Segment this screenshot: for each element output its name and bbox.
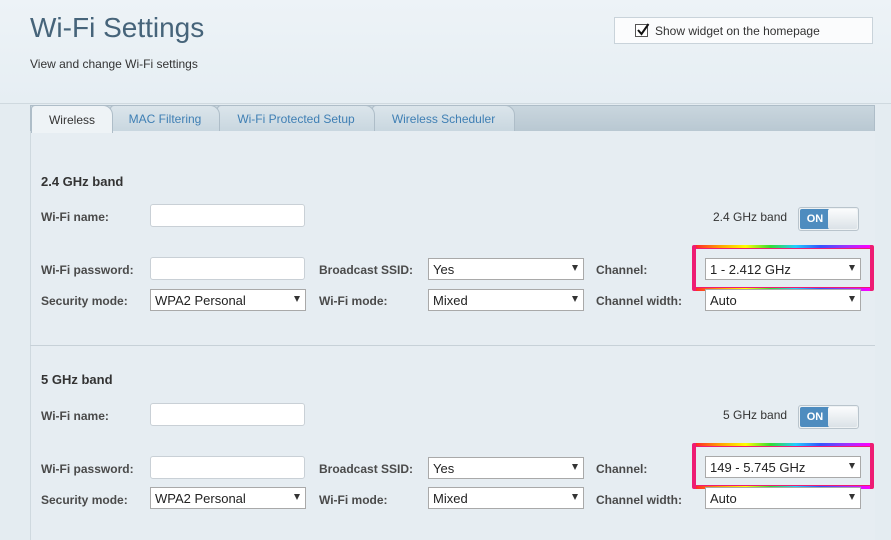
band24-wifi-mode-select[interactable]: Mixed bbox=[428, 289, 584, 311]
band5-security-mode-select[interactable]: WPA2 Personal bbox=[150, 487, 306, 509]
dropdown-arrow-icon bbox=[849, 494, 855, 500]
dropdown-arrow-icon bbox=[572, 494, 578, 500]
page-subtitle: View and change Wi-Fi settings bbox=[30, 57, 198, 71]
band24-security-mode-label: Security mode: bbox=[41, 294, 128, 308]
band24-wifi-name-input[interactable] bbox=[150, 204, 305, 227]
toggle-knob bbox=[828, 209, 857, 229]
band5-channel-select[interactable]: 149 - 5.745 GHz bbox=[705, 456, 861, 478]
checkmark-icon bbox=[637, 23, 650, 36]
band5-wifi-mode-select[interactable]: Mixed bbox=[428, 487, 584, 509]
band24-wifi-mode-label: Wi-Fi mode: bbox=[319, 294, 388, 308]
band24-channel-width-label: Channel width: bbox=[596, 294, 682, 308]
band5-channel-width-label: Channel width: bbox=[596, 493, 682, 507]
band5-security-mode-label: Security mode: bbox=[41, 493, 128, 507]
tab-wireless[interactable]: Wireless bbox=[31, 105, 113, 133]
dropdown-arrow-icon bbox=[294, 494, 300, 500]
band24-title: 2.4 GHz band bbox=[41, 174, 124, 189]
band24-wifi-password-input[interactable] bbox=[150, 257, 305, 280]
band5-wifi-password-input[interactable] bbox=[150, 456, 305, 479]
band24-wifi-password-label: Wi-Fi password: bbox=[41, 263, 134, 277]
band5-security-mode-value: WPA2 Personal bbox=[155, 490, 246, 506]
band5-channel-value: 149 - 5.745 GHz bbox=[710, 459, 806, 475]
band24-wifi-name-label: Wi-Fi name: bbox=[41, 210, 109, 224]
band5-wifi-name-input[interactable] bbox=[150, 403, 305, 426]
band5-toggle[interactable]: ON bbox=[798, 405, 859, 429]
band5-channel-width-select[interactable]: Auto bbox=[705, 487, 861, 509]
band24-broadcast-ssid-label: Broadcast SSID: bbox=[319, 263, 414, 277]
band24-broadcast-ssid-select[interactable]: Yes bbox=[428, 258, 584, 280]
band24-toggle[interactable]: ON bbox=[798, 207, 859, 231]
band24-channel-width-select[interactable]: Auto bbox=[705, 289, 861, 311]
band5-broadcast-ssid-select[interactable]: Yes bbox=[428, 457, 584, 479]
band-divider bbox=[30, 345, 875, 346]
dropdown-arrow-icon bbox=[572, 296, 578, 302]
tab-wifi-protected-setup[interactable]: Wi-Fi Protected Setup bbox=[217, 105, 375, 132]
band24-channel-width-value: Auto bbox=[710, 292, 737, 308]
dropdown-arrow-icon bbox=[572, 464, 578, 470]
band24-broadcast-ssid-value: Yes bbox=[433, 261, 455, 277]
band5-channel-width-value: Auto bbox=[710, 490, 737, 506]
show-widget-checkbox[interactable] bbox=[635, 23, 650, 37]
dropdown-arrow-icon bbox=[849, 296, 855, 302]
band5-broadcast-ssid-value: Yes bbox=[433, 460, 455, 476]
band5-channel-label: Channel: bbox=[596, 462, 648, 476]
dropdown-arrow-icon bbox=[294, 296, 300, 302]
band5-wifi-password-label: Wi-Fi password: bbox=[41, 462, 134, 476]
tab-wireless-scheduler[interactable]: Wireless Scheduler bbox=[372, 105, 515, 132]
band5-wifi-name-label: Wi-Fi name: bbox=[41, 409, 109, 423]
show-widget-label: Show widget on the homepage bbox=[655, 23, 820, 38]
band24-channel-value: 1 - 2.412 GHz bbox=[710, 261, 791, 277]
dropdown-arrow-icon bbox=[849, 463, 855, 469]
band5-title: 5 GHz band bbox=[41, 372, 113, 387]
show-widget-option[interactable]: Show widget on the homepage bbox=[614, 17, 873, 44]
band5-broadcast-ssid-label: Broadcast SSID: bbox=[319, 462, 414, 476]
rainbow-stripe bbox=[696, 443, 870, 446]
band24-wifi-mode-value: Mixed bbox=[433, 292, 468, 308]
band5-wifi-mode-label: Wi-Fi mode: bbox=[319, 493, 388, 507]
rainbow-stripe bbox=[696, 245, 870, 248]
page-title: Wi-Fi Settings bbox=[30, 12, 205, 43]
dropdown-arrow-icon bbox=[849, 265, 855, 271]
page-header: Wi-Fi Settings View and change Wi-Fi set… bbox=[0, 0, 891, 104]
band5-toggle-state: ON bbox=[800, 407, 830, 427]
dropdown-arrow-icon bbox=[572, 265, 578, 271]
toggle-knob bbox=[828, 407, 857, 427]
band5-toggle-label: 5 GHz band bbox=[723, 408, 788, 422]
band24-toggle-label: 2.4 GHz band bbox=[713, 210, 788, 224]
tab-mac-filtering[interactable]: MAC Filtering bbox=[110, 105, 220, 132]
band24-channel-label: Channel: bbox=[596, 263, 648, 277]
band24-security-mode-select[interactable]: WPA2 Personal bbox=[150, 289, 306, 311]
band24-toggle-state: ON bbox=[800, 209, 830, 229]
band24-security-mode-value: WPA2 Personal bbox=[155, 292, 246, 308]
band24-channel-select[interactable]: 1 - 2.412 GHz bbox=[705, 258, 861, 280]
band5-wifi-mode-value: Mixed bbox=[433, 490, 468, 506]
